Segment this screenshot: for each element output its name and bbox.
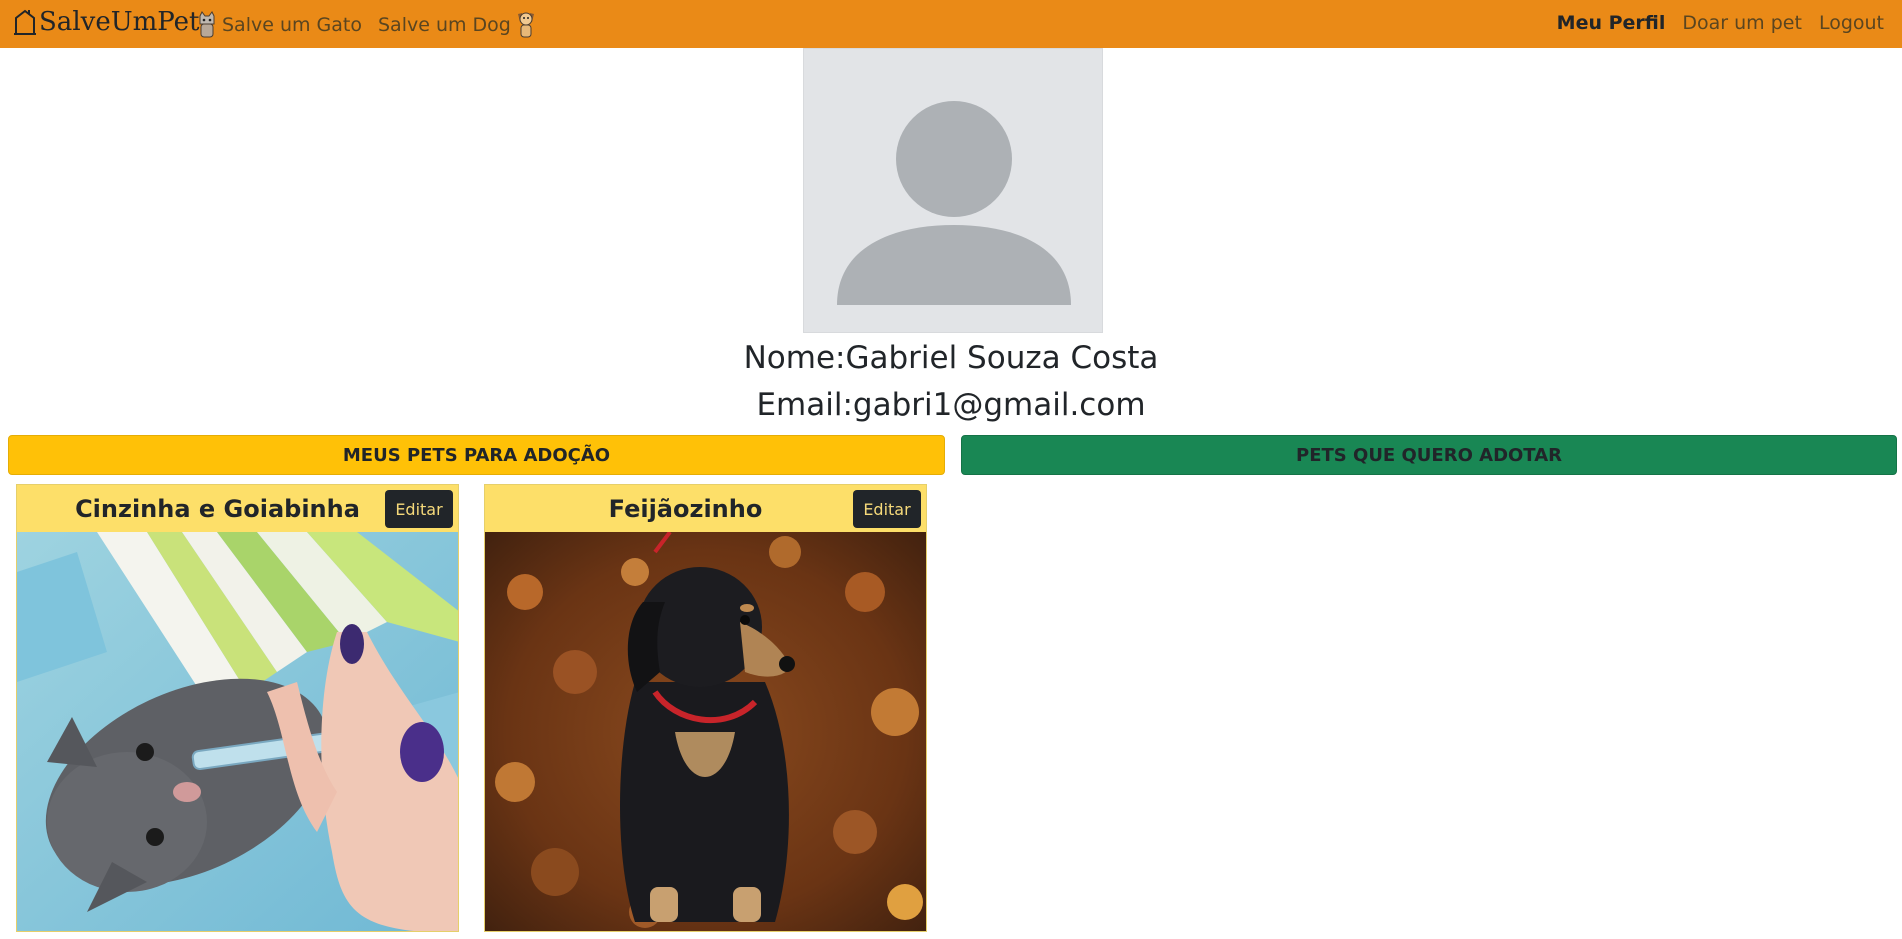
cat-icon — [199, 11, 215, 38]
nav-link-label: Salve um Gato — [222, 14, 362, 36]
pet-card: Cinzinha e Goiabinha Editar — [16, 484, 459, 932]
edit-button[interactable]: Editar — [853, 490, 921, 528]
card-header: Feijãozinho Editar — [485, 485, 926, 532]
house-icon — [14, 9, 36, 35]
nav-link-logout[interactable]: Logout — [1819, 12, 1884, 34]
pet-photo[interactable] — [485, 532, 927, 932]
pet-name: Feijãozinho — [608, 494, 763, 523]
profile-name: Nome:Gabriel Souza Costa — [0, 340, 1902, 376]
name-label: Nome: — [743, 340, 846, 376]
pet-photo[interactable] — [17, 532, 459, 932]
email-value: gabri1@gmail.com — [852, 387, 1146, 423]
profile-email: Email:gabri1@gmail.com — [0, 387, 1902, 423]
nav-link-meu-perfil[interactable]: Meu Perfil — [1557, 12, 1666, 34]
card-header: Cinzinha e Goiabinha Editar — [17, 485, 458, 532]
nav-right: Meu Perfil Doar um pet Logout — [1557, 12, 1884, 34]
name-value: Gabriel Souza Costa — [845, 340, 1159, 376]
wanted-pets-button[interactable]: PETS QUE QUERO ADOTAR — [961, 435, 1897, 475]
nav-left: Salve um Gato Salve um Dog — [196, 10, 537, 40]
pet-card: Feijãozinho Editar — [484, 484, 927, 932]
nav-link-salve-dog[interactable]: Salve um Dog — [378, 10, 537, 40]
nav-link-salve-gato[interactable]: Salve um Gato — [196, 10, 362, 40]
my-pets-button[interactable]: MEUS PETS PARA ADOÇÃO — [8, 435, 945, 475]
brand-name: SalveUmPet — [39, 7, 200, 37]
pet-name: Cinzinha e Goiabinha — [75, 494, 360, 523]
nav-link-label: Salve um Dog — [378, 14, 511, 36]
avatar — [803, 48, 1103, 333]
nav-link-doar-pet[interactable]: Doar um pet — [1682, 12, 1802, 34]
email-label: Email: — [756, 387, 853, 423]
edit-button[interactable]: Editar — [385, 490, 453, 528]
brand-logo[interactable]: SalveUmPet — [12, 7, 199, 37]
navbar: SalveUmPet Salve um Gato Salve um Dog Me… — [0, 0, 1902, 48]
dog-icon — [517, 12, 534, 38]
user-placeholder-icon — [837, 101, 1071, 305]
